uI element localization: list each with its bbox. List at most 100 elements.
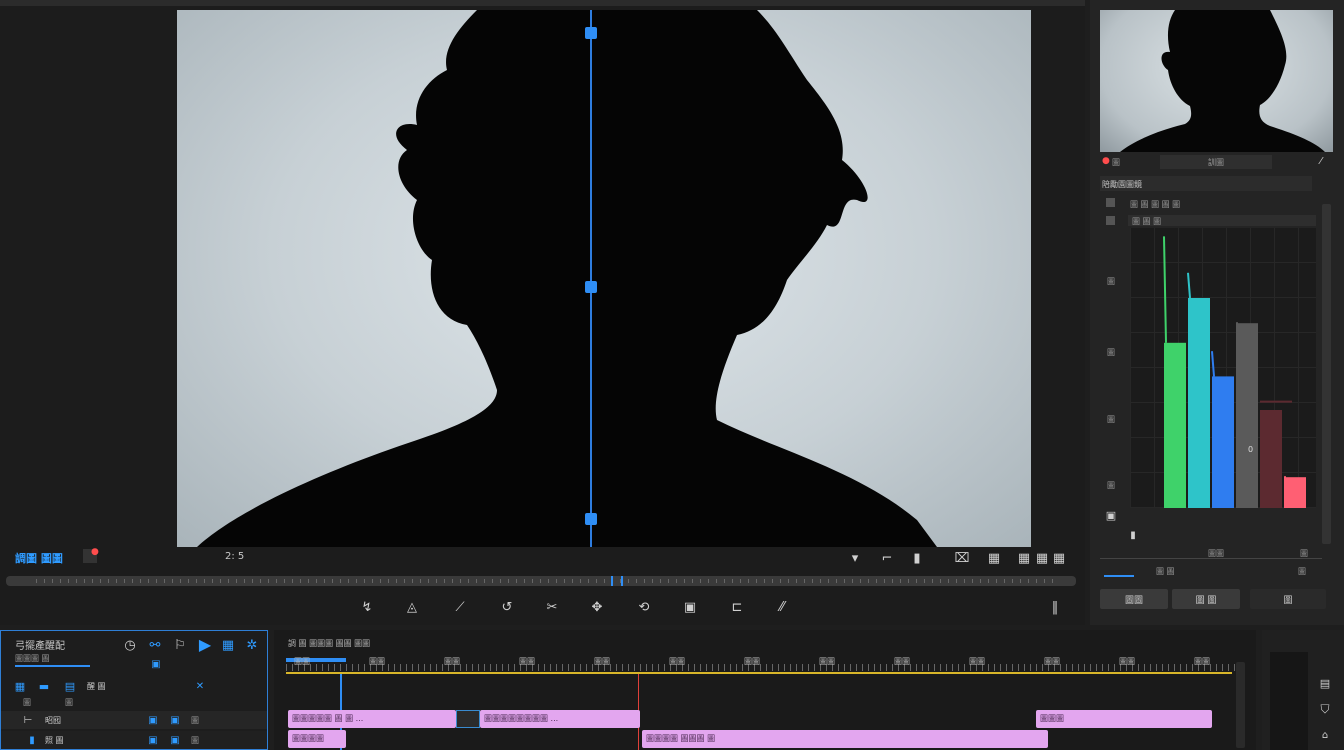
clip-v1-1[interactable]: 圖圖圖圖圖 圖 圖 ... — [288, 710, 456, 728]
timeline-scrollbar[interactable] — [1236, 662, 1245, 748]
out-point-icon[interactable]: ▮ — [910, 551, 924, 566]
effects-icon[interactable]: ✕ — [193, 679, 207, 693]
clip-v2-1[interactable]: 圖圖圖圖 — [288, 730, 346, 748]
ruler-label: 圖圖 — [519, 657, 535, 666]
track-header-v2[interactable] — [1, 731, 267, 749]
razor-icon[interactable]: ✂ — [545, 600, 559, 615]
scope-footer-right: 圖 — [1300, 549, 1308, 558]
clock-icon[interactable]: ◷ — [123, 638, 137, 653]
track-v1-icon[interactable]: ⊢ — [21, 713, 35, 727]
axis-tick-4: 圖 — [1107, 481, 1115, 490]
export-frame-icon[interactable]: ▦ — [987, 551, 1001, 566]
tools-panel: 弓擺產醒配 圖圖圖 圖 ◷ ⚯ ⚐ ▶ ▦ ✲ ▣ ▦ ▬ ▤ 醒 圖 ✕ 圖 … — [0, 630, 268, 750]
guide-line[interactable] — [590, 10, 592, 547]
video-track-icon[interactable]: ▦ — [13, 679, 27, 693]
track-v2-toggle[interactable]: ▣ — [146, 733, 160, 747]
fullscreen-icon[interactable]: ▦ — [1052, 551, 1066, 566]
top-border — [0, 0, 1085, 6]
snap-icon[interactable]: ✲ — [245, 638, 259, 653]
axis-tick-3: 圖 — [1107, 415, 1115, 424]
histogram-peak-blue — [1211, 351, 1215, 377]
ruler-label: 圖圖 — [594, 657, 610, 666]
ruler-label: 圖圖 — [294, 657, 310, 666]
shield-icon[interactable]: ⛉ — [1318, 702, 1332, 716]
grid-icon[interactable]: ▦ — [221, 638, 235, 653]
source-tab-right[interactable]: 訓圖 — [1208, 157, 1224, 168]
panel-split-icon[interactable]: ‖ — [1048, 600, 1062, 615]
guide-handle-bottom[interactable] — [585, 513, 597, 525]
preview-icon[interactable]: ▣ — [149, 657, 163, 671]
ruler-label: 圖圖 — [819, 657, 835, 666]
compare-icon[interactable]: ▦ — [1017, 551, 1031, 566]
folder-icon[interactable]: ▬ — [37, 679, 51, 693]
ripple-icon[interactable]: ⟋ — [453, 600, 467, 615]
monitor-label[interactable]: 調圖 圖圖 — [15, 550, 63, 566]
guide-handle-mid[interactable] — [585, 281, 597, 293]
scope-footer-label: 圖圖 — [1208, 549, 1224, 558]
ruler-label: 圖圖 — [444, 657, 460, 666]
histogram-bar-green — [1164, 342, 1186, 508]
panel-menu-icon[interactable]: ⁄ — [1314, 154, 1328, 168]
ruler-label: 圖圖 — [894, 657, 910, 666]
histogram-bar-grey — [1236, 323, 1258, 508]
scope-button-left[interactable]: 圖圖 — [1100, 589, 1168, 609]
timeline-ruler[interactable] — [286, 656, 1236, 674]
source-thumbnail[interactable] — [1100, 10, 1333, 152]
track-v1-lock[interactable]: ▣ — [168, 713, 182, 727]
clip-v1-2[interactable]: 圖圖圖圖圖圖圖圖 ... — [480, 710, 640, 728]
flag-icon[interactable]: ⚐ — [173, 638, 187, 653]
guide-handle-top[interactable] — [585, 27, 597, 39]
in-point-icon[interactable]: ⌐ — [880, 551, 894, 566]
scope-scrollbar[interactable] — [1322, 204, 1331, 544]
export-panel-icon[interactable]: ▤ — [1318, 676, 1332, 690]
video-frame[interactable] — [177, 10, 1031, 547]
marker-icon[interactable]: ▾ — [848, 551, 862, 566]
bin-icon[interactable]: ▤ — [63, 679, 77, 693]
scope-lock-icon[interactable]: ▮ — [1126, 528, 1140, 542]
play-icon[interactable]: ✥ — [590, 600, 604, 615]
tools-title: 弓擺產醒配 — [15, 641, 65, 652]
tools-row-a: 圖 — [23, 698, 31, 707]
clip-v1-3[interactable]: 圖圖圖 — [1036, 710, 1212, 728]
scrub-playhead[interactable] — [611, 576, 623, 586]
mark-in-icon[interactable]: ↯ — [360, 600, 374, 615]
track-v2-icon[interactable]: ▮ — [25, 733, 39, 747]
timeline-panel: 調 圖 圖圖圖 圖圖 圖圖 圖圖 圖圖 圖圖 圖圖 圖圖 圖圖 圖圖 圖圖 圖圖 圖圖 圖圖 圖圖 圖圖… — [274, 630, 1285, 750]
timeline-title: 調 圖 圖圖圖 圖圖 圖圖 — [288, 639, 371, 648]
row1-checkbox[interactable] — [1106, 198, 1115, 207]
settings-icon[interactable]: ▦ — [1035, 551, 1049, 566]
link-icon[interactable]: ⚯ — [148, 638, 162, 653]
scope-slider[interactable] — [1104, 575, 1134, 577]
track-v1-right: 圖 — [191, 716, 199, 725]
meter-settings-icon[interactable]: ⌂ — [1318, 728, 1332, 742]
tools-progress — [15, 665, 90, 667]
insert-icon[interactable]: ⊏ — [730, 600, 744, 615]
ruler-label: 圖圖 — [369, 657, 385, 666]
loop-icon[interactable]: ↺ — [500, 600, 514, 615]
track-header-v1[interactable] — [1, 711, 267, 729]
track-v1-toggle[interactable]: ▣ — [146, 713, 160, 727]
undo-icon[interactable]: ⟲ — [637, 600, 651, 615]
scope-type-icon[interactable]: ▣ — [1104, 508, 1118, 522]
scrub-bar[interactable] — [6, 576, 1076, 586]
scope-button-small[interactable]: 圖 — [1250, 589, 1326, 609]
export-icon[interactable]: ▣ — [683, 600, 697, 615]
audio-meter — [1270, 652, 1308, 750]
track-v2-lock[interactable]: ▣ — [168, 733, 182, 747]
scope-button-right[interactable]: 圖 圖 — [1172, 589, 1240, 609]
scope-tc-left: 圖 圖 — [1156, 567, 1175, 576]
clip-v2-2[interactable]: 圖圖圖圖 圖圖圖 圖 — [642, 730, 1048, 748]
crop-icon[interactable]: ⌧ — [955, 551, 970, 566]
program-monitor-panel: 調圖 圖圖 ● 2: 5 ▾ ⌐ ▮ ⌧ ▦ ▦ ▦ ▦ ↯ ◬ ⟋ ↺ ✂ ✥… — [0, 0, 1085, 625]
timecode: 2: 5 — [225, 551, 245, 562]
row2-checkbox[interactable] — [1106, 216, 1115, 225]
record-icon[interactable]: ● — [83, 547, 99, 563]
source-record-dot[interactable]: ● — [1102, 156, 1110, 166]
source-tab-label[interactable]: 圖 — [1112, 157, 1120, 168]
step-back-icon[interactable]: ◬ — [405, 600, 419, 615]
ruler-label: 圖圖 — [669, 657, 685, 666]
play-tool-icon[interactable]: ▶ — [198, 635, 212, 654]
clip-v1-gap[interactable] — [456, 710, 480, 728]
histogram-bar-teal — [1188, 298, 1210, 508]
lift-icon[interactable]: ⁄⁄ — [775, 600, 789, 615]
